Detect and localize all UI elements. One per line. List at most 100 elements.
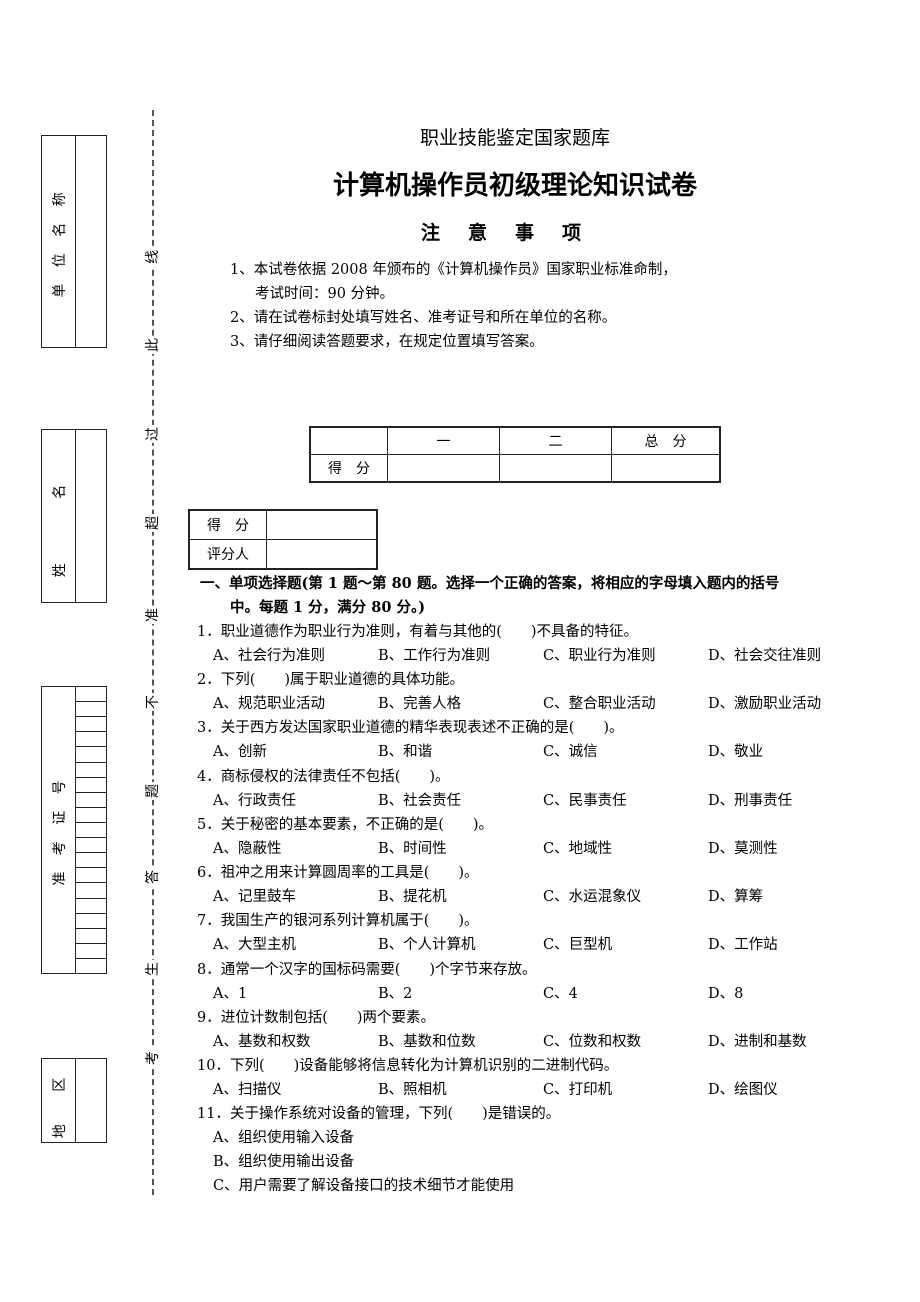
option[interactable]: D、8 — [708, 982, 873, 1006]
exam-id-digit-cell[interactable] — [76, 747, 106, 763]
option[interactable]: C、诚信 — [543, 740, 708, 764]
option[interactable]: D、激励职业活动 — [708, 692, 873, 716]
question-stem: 3．关于西方发达国家职业道德的精华表现表述不正确的是( )。 — [197, 720, 624, 736]
option[interactable]: C、巨型机 — [543, 933, 708, 957]
question-stem: 9．进位计数制包括( )两个要素。 — [197, 1010, 436, 1026]
option[interactable]: B、基数和位数 — [378, 1030, 543, 1054]
option[interactable]: C、水运混象仪 — [543, 885, 708, 909]
notice-item: 3、请仔细阅读答题要求，在规定位置填写答案。 — [230, 334, 544, 350]
option[interactable]: D、算筹 — [708, 885, 873, 909]
exam-id-digit-cell[interactable] — [76, 808, 106, 823]
score-row-label: 得 分 — [309, 454, 388, 483]
option[interactable]: A、创新 — [213, 740, 378, 764]
option[interactable]: C、位数和权数 — [543, 1030, 708, 1054]
option[interactable]: C、民事责任 — [543, 789, 708, 813]
option[interactable]: B、提花机 — [378, 885, 543, 909]
cut-line-char: 准 — [144, 606, 162, 624]
score-table-header-cell: 二 — [499, 426, 612, 455]
option[interactable]: B、社会责任 — [378, 789, 543, 813]
question-options: A、社会行为准则 B、工作行为准则 C、职业行为准则 D、社会交往准则 — [213, 644, 873, 668]
option[interactable]: B、完善人格 — [378, 692, 543, 716]
option[interactable]: B、时间性 — [378, 837, 543, 861]
option[interactable]: B、和谐 — [378, 740, 543, 764]
exam-id-digit-cell[interactable] — [76, 914, 106, 929]
exam-id-digit-cell[interactable] — [76, 763, 106, 778]
option[interactable]: C、4 — [543, 982, 708, 1006]
grader-score-field[interactable] — [266, 509, 378, 540]
notice-item: 1、本试卷依据 2008 年颁布的《计算机操作员》国家职业标准命制， — [230, 262, 677, 278]
option[interactable]: B、照相机 — [378, 1078, 543, 1102]
exam-id-digit-cell[interactable] — [76, 883, 106, 899]
exam-id-digit-cell[interactable] — [76, 793, 106, 808]
option[interactable]: B、工作行为准则 — [378, 644, 543, 668]
option[interactable]: A、行政责任 — [213, 789, 378, 813]
name-field[interactable] — [76, 430, 106, 602]
option[interactable]: A、基数和权数 — [213, 1030, 378, 1054]
cut-line-char: 线 — [144, 248, 162, 266]
exam-id-digit-cell[interactable] — [76, 778, 106, 793]
section-heading: 一、单项选择题(第 1 题～第 80 题。选择一个正确的答案，将相应的字母填入题… — [200, 572, 850, 620]
option[interactable]: B、2 — [378, 982, 543, 1006]
section-heading-line: 中。每题 1 分，满分 80 分。) — [230, 599, 426, 616]
question-stem: 6．祖冲之用来计算圆周率的工具是( )。 — [197, 865, 479, 881]
option[interactable]: D、绘图仪 — [708, 1078, 873, 1102]
option[interactable]: A、大型主机 — [213, 933, 378, 957]
exam-id-digit-cell[interactable] — [76, 732, 106, 748]
exam-id-box: 准 考 证 号 — [41, 686, 107, 974]
exam-id-digit-cell[interactable] — [76, 929, 106, 944]
option[interactable]: B、组织使用输出设备 — [213, 1150, 354, 1174]
exam-id-digit-cell[interactable] — [76, 868, 106, 884]
exam-id-digit-cell[interactable] — [76, 687, 106, 703]
score-cell-section1[interactable] — [387, 454, 500, 483]
question-stem: 7．我国生产的银河系列计算机属于( )。 — [197, 913, 479, 929]
exam-id-digit-cell[interactable] — [76, 823, 106, 839]
notice-item-continued: 考试时间：90 分钟。 — [255, 286, 395, 302]
cut-line-char: 超 — [144, 514, 162, 532]
option[interactable]: D、进制和基数 — [708, 1030, 873, 1054]
notice-heading: 注意事项 — [420, 222, 609, 244]
cut-line-char: 此 — [144, 336, 162, 354]
option[interactable]: D、敬业 — [708, 740, 873, 764]
option[interactable]: A、扫描仪 — [213, 1078, 378, 1102]
name-box: 姓 名 — [41, 429, 107, 603]
grader-name-field[interactable] — [266, 539, 378, 570]
exam-id-digit-cell[interactable] — [76, 702, 106, 718]
cut-line-char: 不 — [144, 693, 162, 711]
exam-id-grid[interactable] — [76, 687, 106, 973]
exam-id-digit-cell[interactable] — [76, 717, 106, 733]
option[interactable]: D、社会交往准则 — [708, 644, 873, 668]
option[interactable]: A、记里鼓车 — [213, 885, 378, 909]
option[interactable]: D、莫测性 — [708, 837, 873, 861]
exam-id-label-cell: 准 考 证 号 — [42, 687, 76, 973]
option[interactable]: A、组织使用输入设备 — [213, 1126, 354, 1150]
option[interactable]: C、职业行为准则 — [543, 644, 708, 668]
score-cell-total[interactable] — [611, 454, 721, 483]
cut-line-char: 考 — [144, 1049, 162, 1067]
option[interactable]: D、刑事责任 — [708, 789, 873, 813]
option[interactable]: A、隐蔽性 — [213, 837, 378, 861]
score-cell-section2[interactable] — [499, 454, 612, 483]
option[interactable]: C、整合职业活动 — [543, 692, 708, 716]
option[interactable]: A、规范职业活动 — [213, 692, 378, 716]
exam-id-digit-cell[interactable] — [76, 899, 106, 914]
grader-table: 得 分 评分人 — [188, 509, 378, 570]
option[interactable]: C、用户需要了解设备接口的技术细节才能使用 — [213, 1174, 514, 1198]
question-stem: 2．下列( )属于职业道德的具体功能。 — [197, 672, 465, 688]
exam-id-digit-cell[interactable] — [76, 944, 106, 959]
option[interactable]: A、社会行为准则 — [213, 644, 378, 668]
exam-id-digit-cell[interactable] — [76, 853, 106, 869]
option[interactable]: B、个人计算机 — [378, 933, 543, 957]
option[interactable]: D、工作站 — [708, 933, 873, 957]
question-options: A、创新 B、和谐 C、诚信 D、敬业 — [213, 740, 873, 764]
option[interactable]: C、地域性 — [543, 837, 708, 861]
option[interactable]: C、打印机 — [543, 1078, 708, 1102]
exam-id-digit-cell[interactable] — [76, 959, 106, 973]
grader-table-row: 评分人 — [188, 539, 378, 570]
notice-item: 2、请在试卷标封处填写姓名、准考证号和所在单位的名称。 — [230, 310, 617, 326]
region-field[interactable] — [76, 1059, 106, 1142]
question-options: A、大型主机 B、个人计算机 C、巨型机 D、工作站 — [213, 933, 873, 957]
exam-id-digit-cell[interactable] — [76, 838, 106, 854]
question-stem: 10．下列( )设备能够将信息转化为计算机识别的二进制代码。 — [197, 1058, 619, 1074]
option[interactable]: A、1 — [213, 982, 378, 1006]
question-stem: 4．商标侵权的法律责任不包括( )。 — [197, 769, 450, 785]
